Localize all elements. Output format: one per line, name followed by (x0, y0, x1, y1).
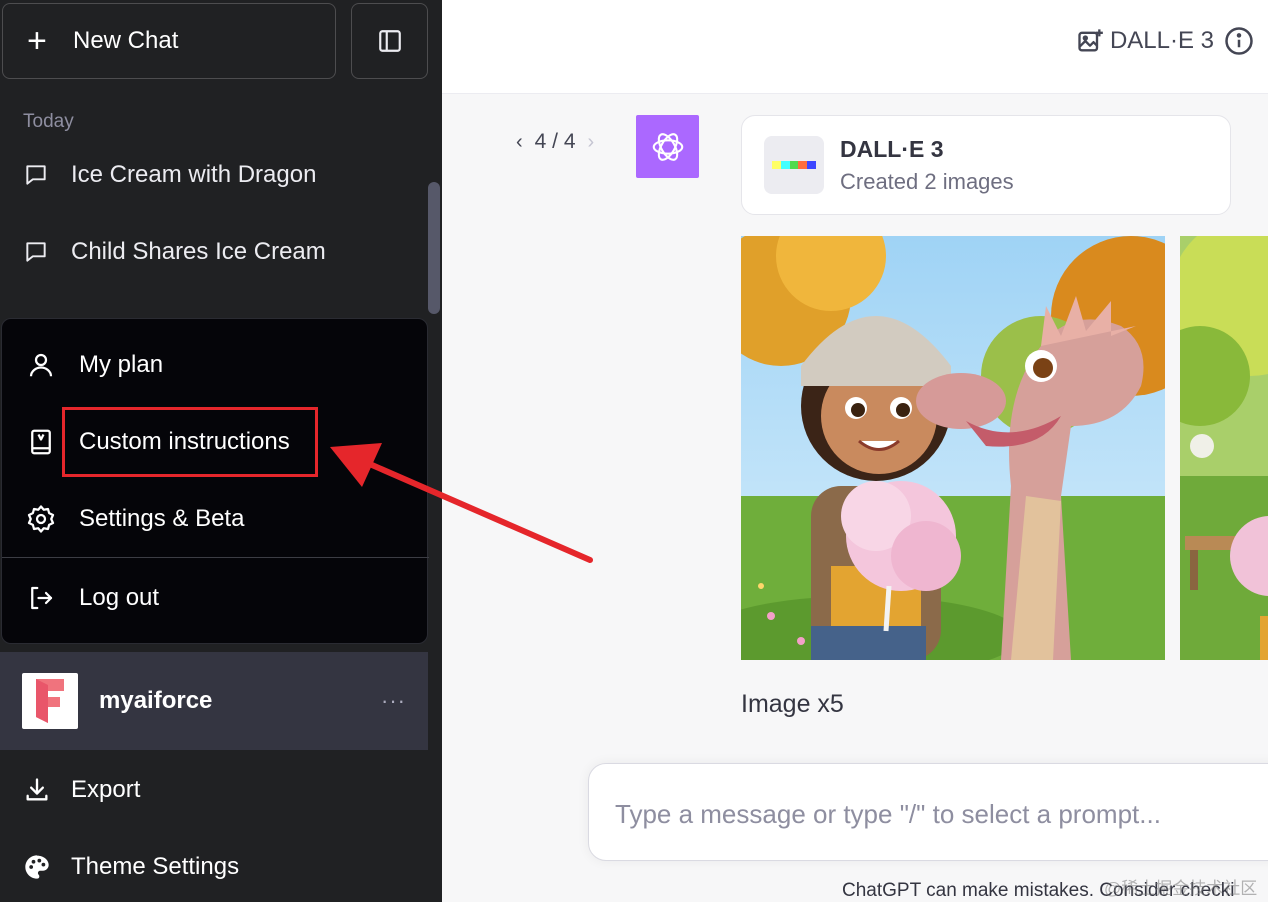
plugin-result-card[interactable]: DALL·E 3 Created 2 images (741, 115, 1231, 215)
model-indicator[interactable]: DALL·E 3 (1076, 26, 1254, 56)
gear-icon (24, 502, 58, 536)
image-count-label: Image x5 (741, 690, 844, 718)
watermark-text: @稀土掘金技术社区 (1104, 879, 1258, 898)
new-chat-button[interactable]: + New Chat (2, 3, 336, 79)
new-chat-label: New Chat (73, 27, 179, 54)
menu-item-label: My plan (79, 351, 164, 378)
chat-history-item[interactable]: Ice Cream with Dragon (0, 145, 428, 205)
generated-image[interactable] (741, 236, 1165, 660)
sidebar: + New Chat Today Ice Cream with Dragon C… (0, 0, 442, 902)
message-input[interactable] (615, 794, 1255, 834)
sidebar-panel-icon (378, 30, 401, 52)
toggle-sidebar-button[interactable] (351, 3, 428, 79)
export-label: Export (71, 776, 141, 803)
menu-item-label: Log out (79, 584, 160, 611)
chat-history-item[interactable]: Child Shares Ice Cream (0, 222, 428, 282)
assistant-avatar (636, 115, 699, 178)
response-pager: ‹ 4 / 4 › (516, 130, 594, 154)
book-icon (24, 425, 58, 459)
sidebar-scrollbar[interactable] (428, 182, 440, 314)
theme-settings-button[interactable]: Theme Settings (0, 837, 428, 897)
generated-image[interactable] (1180, 236, 1268, 660)
menu-item-log-out[interactable]: Log out (2, 562, 429, 634)
menu-item-custom-instructions[interactable]: Custom instructions (2, 406, 429, 478)
chevron-left-icon[interactable]: ‹ (516, 131, 523, 154)
logout-icon (24, 581, 58, 615)
image-plugin-icon (1076, 27, 1104, 55)
main-conversation: DALL·E 3 ‹ 4 / 4 › DALL·E 3 Created 2 im… (442, 0, 1268, 902)
section-label-today: Today (23, 111, 74, 132)
plugin-title: DALL·E 3 (840, 135, 944, 162)
chevron-right-icon[interactable]: › (588, 131, 595, 154)
more-options-icon[interactable]: ··· (381, 688, 406, 714)
dalle-icon (764, 136, 824, 194)
menu-item-label: Settings & Beta (79, 505, 245, 532)
account-menu: My plan Custom instructions Settings & B… (1, 318, 429, 644)
info-icon[interactable] (1224, 26, 1254, 56)
plugin-subtitle: Created 2 images (840, 168, 1014, 194)
model-name: DALL·E 3 (1109, 27, 1214, 54)
pager-count: 4 / 4 (534, 130, 576, 153)
user-account-row[interactable]: myaiforce ··· (0, 652, 428, 750)
chat-bubble-icon (22, 238, 50, 266)
chat-title: Ice Cream with Dragon (71, 161, 317, 188)
conversation-header: DALL·E 3 (442, 0, 1268, 94)
download-icon (22, 775, 52, 805)
menu-item-label: Custom instructions (79, 428, 290, 455)
palette-icon (22, 852, 52, 882)
chat-title: Child Shares Ice Cream (71, 238, 326, 265)
user-icon (24, 348, 58, 382)
avatar (22, 673, 78, 729)
brand-logo-icon (36, 679, 64, 723)
menu-divider (2, 557, 429, 558)
menu-item-my-plan[interactable]: My plan (2, 329, 429, 401)
theme-settings-label: Theme Settings (71, 853, 240, 880)
menu-item-settings[interactable]: Settings & Beta (2, 483, 429, 555)
export-button[interactable]: Export (0, 760, 428, 820)
openai-logo-icon (652, 132, 683, 161)
chat-bubble-icon (22, 161, 50, 189)
user-name: myaiforce (99, 687, 213, 714)
message-composer (588, 763, 1268, 861)
plus-icon: + (27, 22, 47, 60)
